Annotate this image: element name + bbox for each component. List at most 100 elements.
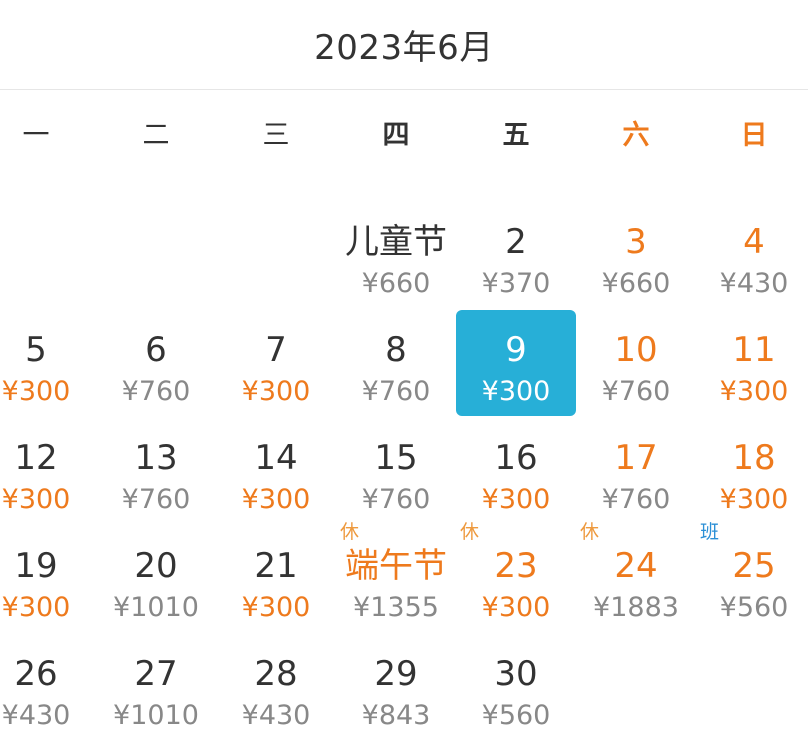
- day-cell-20[interactable]: 20 ¥1010: [98, 516, 214, 623]
- day-cell-3[interactable]: 3 ¥660: [578, 192, 694, 299]
- day-label: 9: [505, 330, 527, 370]
- day-label: 23: [494, 546, 538, 586]
- day-label: 17: [614, 438, 658, 478]
- day-cell-29[interactable]: 29 ¥843: [338, 624, 454, 731]
- weekday-mon: 一: [22, 119, 50, 151]
- day-price: ¥300: [241, 484, 311, 515]
- day-cell-1[interactable]: 儿童节 ¥660: [338, 192, 454, 299]
- day-label: 20: [134, 546, 178, 586]
- day-price: ¥430: [719, 268, 789, 299]
- day-price: ¥1883: [593, 592, 679, 623]
- day-cell-17[interactable]: 17 ¥760: [578, 408, 694, 515]
- day-label: 6: [145, 330, 167, 370]
- day-cell-6[interactable]: 6 ¥760: [98, 300, 214, 407]
- day-price: ¥660: [361, 268, 431, 299]
- day-price: ¥1355: [353, 592, 439, 623]
- day-price: ¥760: [361, 376, 431, 407]
- weekday-tue: 二: [142, 119, 170, 151]
- day-price: ¥300: [719, 376, 789, 407]
- day-price: ¥560: [481, 700, 551, 731]
- day-label: 2: [505, 222, 527, 262]
- day-cell-7[interactable]: 7 ¥300: [218, 300, 334, 407]
- day-cell-11[interactable]: 11 ¥300: [696, 300, 808, 407]
- day-price: ¥760: [361, 484, 431, 515]
- day-price: ¥760: [121, 376, 191, 407]
- day-cell-22[interactable]: 休 端午节 ¥1355: [338, 516, 454, 623]
- weekday-sun: 日: [740, 119, 768, 151]
- day-cell-21[interactable]: 21 ¥300: [218, 516, 334, 623]
- day-label: 25: [732, 546, 776, 586]
- day-cell-9-selected[interactable]: 9 ¥300: [456, 300, 576, 416]
- day-label: 18: [732, 438, 776, 478]
- day-label: 3: [625, 222, 647, 262]
- day-label: 16: [494, 438, 538, 478]
- day-cell-5[interactable]: 5 ¥300: [0, 300, 94, 407]
- day-label: 端午节: [345, 546, 447, 586]
- day-cell-15[interactable]: 15 ¥760: [338, 408, 454, 515]
- day-label: 30: [494, 654, 538, 694]
- day-price: ¥300: [241, 592, 311, 623]
- weekday-fri: 五: [502, 119, 530, 151]
- day-label: 27: [134, 654, 178, 694]
- day-price: ¥660: [601, 268, 671, 299]
- day-label: 儿童节: [345, 222, 447, 262]
- day-price: ¥430: [241, 700, 311, 731]
- day-cell-2[interactable]: 2 ¥370: [458, 192, 574, 299]
- day-label: 13: [134, 438, 178, 478]
- day-cell-14[interactable]: 14 ¥300: [218, 408, 334, 515]
- day-label: 5: [25, 330, 47, 370]
- day-grid: 儿童节 ¥660 2 ¥370 3 ¥660 4 ¥430 5 ¥300 6 ¥…: [0, 192, 808, 752]
- day-cell-10[interactable]: 10 ¥760: [578, 300, 694, 407]
- day-price: ¥300: [1, 376, 71, 407]
- calendar-header: 2023年6月: [0, 0, 808, 90]
- day-price: ¥370: [481, 268, 551, 299]
- day-cell-23[interactable]: 休 23 ¥300: [458, 516, 574, 623]
- weekday-thu: 四: [382, 119, 410, 151]
- day-price: ¥1010: [113, 700, 199, 731]
- day-cell-26[interactable]: 26 ¥430: [0, 624, 94, 731]
- day-label: 4: [743, 222, 765, 262]
- day-cell-28[interactable]: 28 ¥430: [218, 624, 334, 731]
- day-cell-25[interactable]: 班 25 ¥560: [696, 516, 808, 623]
- day-label: 21: [254, 546, 298, 586]
- day-label: 7: [265, 330, 287, 370]
- day-cell-30[interactable]: 30 ¥560: [458, 624, 574, 731]
- day-price: ¥300: [241, 376, 311, 407]
- day-price: ¥300: [481, 592, 551, 623]
- day-label: 19: [14, 546, 58, 586]
- day-label: 11: [732, 330, 776, 370]
- weekday-wed: 三: [262, 119, 290, 151]
- month-title: 2023年6月: [314, 28, 494, 68]
- day-label: 10: [614, 330, 658, 370]
- day-price: ¥760: [121, 484, 191, 515]
- day-price: ¥760: [601, 484, 671, 515]
- day-cell-24[interactable]: 休 24 ¥1883: [578, 516, 694, 623]
- day-price: ¥1010: [113, 592, 199, 623]
- day-price: ¥430: [1, 700, 71, 731]
- day-label: 24: [614, 546, 658, 586]
- day-price: ¥760: [601, 376, 671, 407]
- day-cell-8[interactable]: 8 ¥760: [338, 300, 454, 407]
- day-label: 29: [374, 654, 418, 694]
- day-cell-16[interactable]: 16 ¥300: [458, 408, 574, 515]
- day-label: 8: [385, 330, 407, 370]
- day-price: ¥560: [719, 592, 789, 623]
- day-price: ¥300: [1, 592, 71, 623]
- rest-day-tag: 休: [580, 521, 600, 543]
- day-price: ¥300: [481, 376, 551, 407]
- rest-day-tag: 休: [340, 521, 360, 543]
- day-price: ¥300: [1, 484, 71, 515]
- day-label: 28: [254, 654, 298, 694]
- day-label: 12: [14, 438, 58, 478]
- day-cell-18[interactable]: 18 ¥300: [696, 408, 808, 515]
- day-cell-4[interactable]: 4 ¥430: [696, 192, 808, 299]
- day-cell-27[interactable]: 27 ¥1010: [98, 624, 214, 731]
- day-cell-12[interactable]: 12 ¥300: [0, 408, 94, 515]
- day-label: 15: [374, 438, 418, 478]
- day-cell-19[interactable]: 19 ¥300: [0, 516, 94, 623]
- day-cell-13[interactable]: 13 ¥760: [98, 408, 214, 515]
- weekday-sat: 六: [622, 119, 650, 151]
- day-label: 26: [14, 654, 58, 694]
- work-day-tag: 班: [700, 521, 720, 543]
- weekday-row: 一 二 三 四 五 六 日: [0, 92, 808, 172]
